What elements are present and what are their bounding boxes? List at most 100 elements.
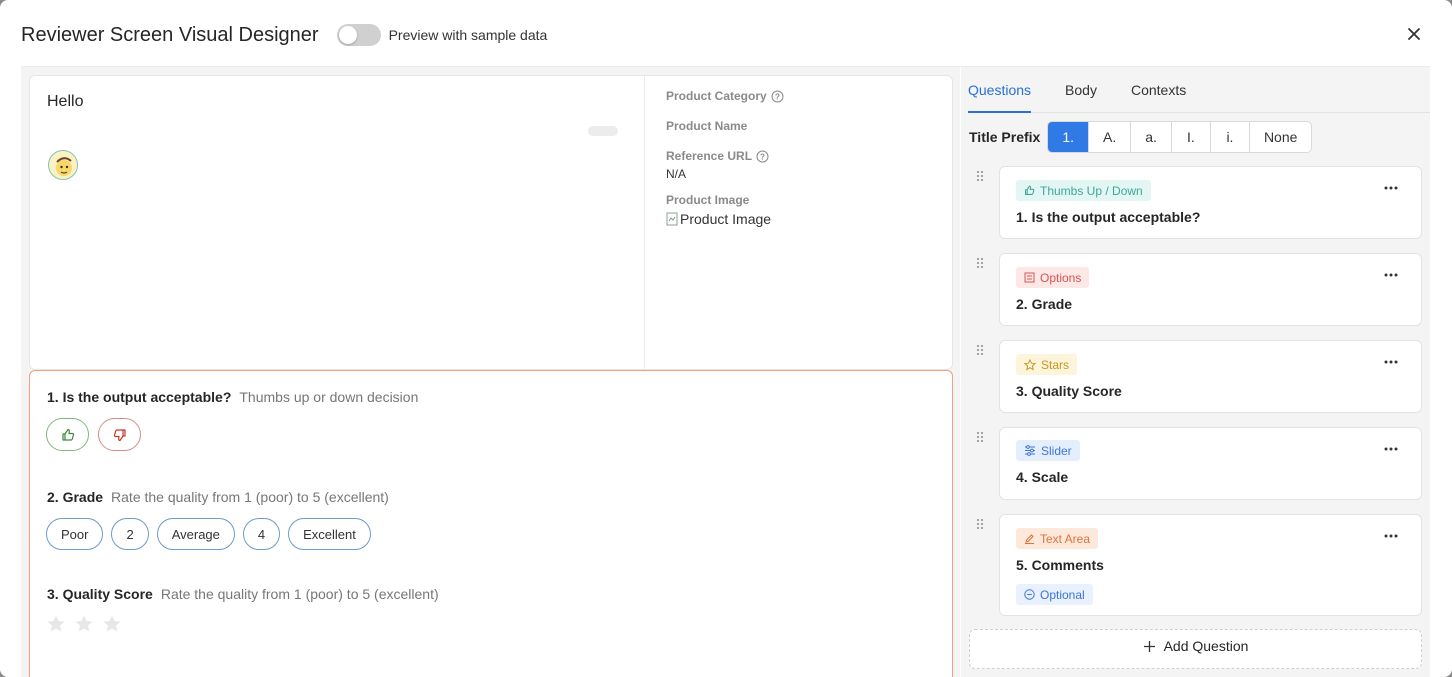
question-card[interactable]: Text Area 5. Comments Optional <box>999 514 1422 616</box>
more-options-button[interactable] <box>1381 529 1401 543</box>
preview-toggle-label: Preview with sample data <box>388 27 548 43</box>
more-options-button[interactable] <box>1381 268 1401 282</box>
question-type-label: Thumbs Up / Down <box>1040 183 1143 198</box>
grade-option-4[interactable]: 4 <box>242 518 281 550</box>
title-prefix-label: Title Prefix <box>969 129 1041 145</box>
question-title: 1. Is the output acceptable? <box>47 389 232 405</box>
question-card[interactable]: Stars 3. Quality Score <box>999 340 1422 413</box>
more-icon <box>1384 534 1398 538</box>
meta-reference-url: Reference URL ? N/A <box>666 149 769 181</box>
meta-product-name: Product Name <box>666 119 747 133</box>
more-options-button[interactable] <box>1381 355 1401 369</box>
question-name: 4. Scale <box>1016 469 1069 485</box>
svg-text:?: ? <box>775 92 780 101</box>
modal-title: Reviewer Screen Visual Designer <box>21 23 319 46</box>
toggle-knob <box>338 26 357 44</box>
more-icon <box>1384 447 1398 451</box>
product-image-alt: Product Image <box>680 211 772 227</box>
prefix-option-lower-roman[interactable]: i. <box>1209 122 1249 152</box>
question-name: 3. Quality Score <box>1016 383 1122 399</box>
thumbs-up-icon <box>61 428 74 441</box>
drag-handle-icon[interactable] <box>975 431 985 443</box>
thumbs-down-button[interactable] <box>98 418 141 451</box>
question-type-label: Stars <box>1041 357 1070 372</box>
question-2-heading: 2. Grade Rate the quality from 1 (poor) … <box>47 489 389 505</box>
content-preview: Hello Product Category ? Product Name Re… <box>29 75 953 370</box>
meta-label: Product Category <box>666 89 767 103</box>
star-icon[interactable] <box>102 614 122 634</box>
question-1-heading: 1. Is the output acceptable? Thumbs up o… <box>47 389 418 405</box>
question-description: Thumbs up or down decision <box>239 389 419 405</box>
preview-toggle[interactable] <box>336 24 381 46</box>
grade-option-average[interactable]: Average <box>156 518 235 550</box>
star-rating <box>46 614 122 634</box>
designer-modal: Reviewer Screen Visual Designer Preview … <box>0 0 1452 677</box>
prefix-option-upper-alpha[interactable]: A. <box>1088 122 1130 152</box>
add-question-button[interactable]: Add Question <box>969 629 1422 669</box>
question-description: Rate the quality from 1 (poor) to 5 (exc… <box>160 586 439 602</box>
preview-divider <box>644 76 645 369</box>
drag-handle-icon[interactable] <box>975 344 985 356</box>
tab-questions[interactable]: Questions <box>968 70 1032 113</box>
drag-handle-icon[interactable] <box>975 518 985 530</box>
question-card[interactable]: Slider 4. Scale <box>999 427 1422 500</box>
meta-label: Reference URL <box>666 149 753 163</box>
sidebar-tabs: Questions Body Contexts <box>968 70 1430 113</box>
question-card[interactable]: Thumbs Up / Down 1. Is the output accept… <box>999 166 1422 239</box>
optional-label: Optional <box>1040 587 1085 602</box>
close-icon <box>1408 28 1420 40</box>
meta-product-image: Product Image Product Image <box>666 193 771 227</box>
modal-header: Reviewer Screen Visual Designer Preview … <box>21 18 547 52</box>
questions-preview: 1. Is the output acceptable? Thumbs up o… <box>29 370 953 677</box>
thumbs-up-button[interactable] <box>46 418 89 451</box>
avatar-icon <box>56 157 72 176</box>
meta-product-category: Product Category ? <box>666 89 784 103</box>
tab-body[interactable]: Body <box>1065 70 1097 113</box>
star-icon <box>1024 358 1036 370</box>
more-options-button[interactable] <box>1381 181 1401 195</box>
slider-icon <box>1025 445 1035 456</box>
placeholder-pill <box>588 126 618 136</box>
question-type-label: Text Area <box>1040 531 1091 546</box>
pencil-icon <box>1025 534 1034 544</box>
add-question-label: Add Question <box>1163 638 1249 654</box>
prefix-option-lower-alpha[interactable]: a. <box>1130 122 1171 152</box>
question-type-tag: Text Area <box>1016 528 1099 549</box>
meta-label: Product Image <box>666 193 750 207</box>
star-icon[interactable] <box>74 614 94 634</box>
question-type-label: Options <box>1040 270 1082 285</box>
tab-contexts[interactable]: Contexts <box>1131 70 1186 113</box>
thumbs-up-icon <box>1025 185 1035 195</box>
meta-value: N/A <box>666 167 687 181</box>
prefix-option-upper-roman[interactable]: I. <box>1170 122 1210 152</box>
question-title: 2. Grade <box>47 489 104 505</box>
help-icon[interactable]: ? <box>771 90 784 103</box>
question-type-label: Slider <box>1041 443 1072 458</box>
more-options-button[interactable] <box>1381 442 1401 456</box>
grade-option-excellent[interactable]: Excellent <box>288 518 371 550</box>
drag-handle-icon[interactable] <box>975 170 985 182</box>
question-name: 2. Grade <box>1016 296 1073 312</box>
question-card[interactable]: Options 2. Grade <box>999 253 1422 326</box>
help-icon[interactable]: ? <box>756 150 769 163</box>
prefix-option-none[interactable]: None <box>1248 122 1311 152</box>
close-button[interactable] <box>1402 22 1426 46</box>
options-icon <box>1024 272 1035 283</box>
grade-option-2[interactable]: 2 <box>111 518 149 550</box>
question-description: Rate the quality from 1 (poor) to 5 (exc… <box>111 489 389 505</box>
title-prefix: Title Prefix 1. A. a. I. i. None <box>969 121 1313 153</box>
grade-option-poor[interactable]: Poor <box>46 518 104 550</box>
plus-icon <box>1143 641 1155 652</box>
prefix-option-number[interactable]: 1. <box>1048 122 1089 152</box>
minus-circle-icon <box>1024 589 1035 600</box>
question-type-tag: Stars <box>1016 354 1078 375</box>
greeting-text: Hello <box>47 93 84 110</box>
star-icon[interactable] <box>46 614 66 634</box>
question-name: 5. Comments <box>1016 557 1104 573</box>
more-icon <box>1384 360 1398 364</box>
question-3-heading: 3. Quality Score Rate the quality from 1… <box>47 586 439 602</box>
question-type-tag: Options <box>1016 267 1090 288</box>
drag-handle-icon[interactable] <box>975 257 985 269</box>
product-image: Product Image <box>666 211 771 227</box>
avatar <box>48 150 78 180</box>
